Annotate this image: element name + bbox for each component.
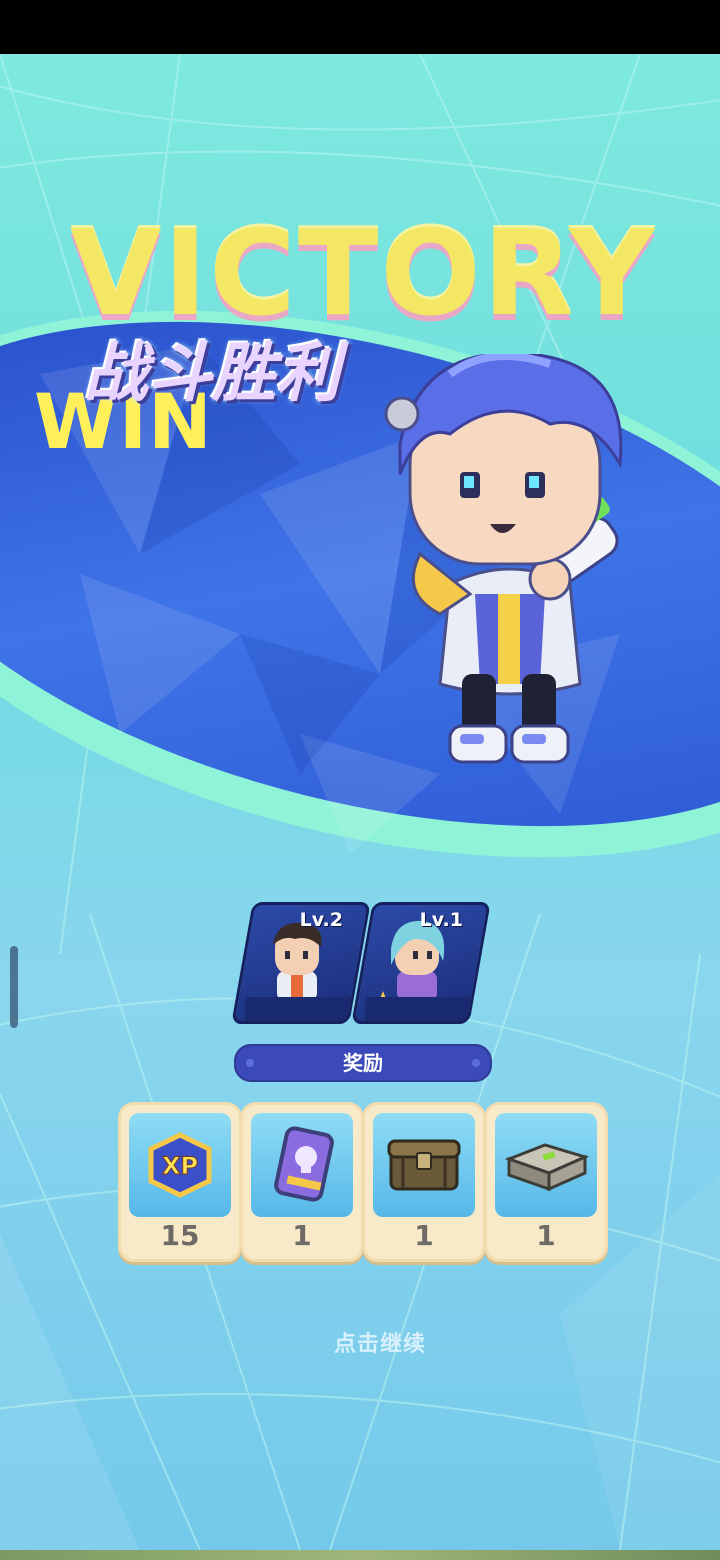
reward-quantity: 1 [414, 1219, 434, 1252]
team-hero-card[interactable]: Lv.2 [231, 902, 371, 1024]
status-bar [0, 0, 720, 54]
header-dot-icon [472, 1059, 480, 1067]
wooden-chest-icon [387, 1139, 461, 1191]
side-drag-handle[interactable] [10, 946, 18, 1028]
team-hero-card[interactable]: Lv.1 [351, 902, 491, 1024]
rewards-header: 奖励 [234, 1044, 492, 1082]
reward-item-xp[interactable]: XP 15 [118, 1102, 242, 1262]
reward-quantity: 15 [160, 1219, 200, 1252]
tap-to-continue-hint[interactable]: 点击继续 [0, 1326, 720, 1358]
hero-level-label: Lv.1 [419, 909, 463, 931]
reward-item-chest[interactable]: 1 [362, 1102, 486, 1262]
header-dot-icon [246, 1059, 254, 1067]
bottom-edge [0, 1550, 720, 1560]
victory-screen[interactable]: VICTORY WIN 战斗胜利 Lv.2 Lv.1 奖励 XP 15 1 1 … [0, 54, 720, 1550]
hero-level-label: Lv.2 [299, 909, 343, 931]
reward-item-card[interactable]: 1 [240, 1102, 364, 1262]
skull-card-icon [274, 1126, 334, 1202]
victory-word: VICTORY [70, 204, 657, 342]
reward-quantity: 1 [292, 1219, 312, 1252]
battle-victory-title: 战斗胜利 [84, 337, 340, 411]
rewards-title: 奖励 [343, 1051, 383, 1075]
star-strip [245, 997, 357, 1021]
hero-character-illustration [384, 354, 623, 764]
reward-quantity: 1 [536, 1219, 556, 1252]
xp-badge-icon: XP [148, 1132, 212, 1198]
metal-case-icon [504, 1143, 590, 1192]
reward-item-case[interactable]: 1 [484, 1102, 608, 1262]
star-strip [365, 997, 477, 1021]
svg-text:XP: XP [162, 1152, 198, 1180]
